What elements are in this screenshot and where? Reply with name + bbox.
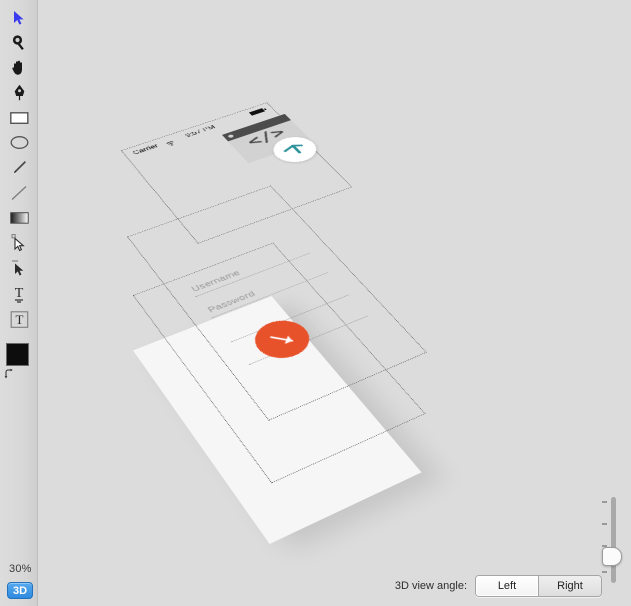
line-tool[interactable]	[0, 180, 38, 205]
3d-mode-badge[interactable]: 3D	[7, 582, 33, 599]
view-angle-label: 3D view angle:	[394, 579, 467, 592]
slider-tick	[602, 501, 607, 503]
rectangle-tool[interactable]	[0, 105, 38, 130]
submit-arrow-button[interactable]	[245, 313, 320, 366]
swap-arrows-icon[interactable]	[4, 367, 16, 379]
line-icon	[10, 184, 28, 202]
slider-tick	[602, 523, 607, 525]
svg-text:T: T	[15, 286, 24, 301]
type-t-icon: T	[11, 284, 27, 303]
zoom-level-label: 30%	[9, 563, 32, 575]
view-angle-left-button[interactable]: Left	[476, 575, 538, 596]
pen-nib-icon	[13, 84, 26, 101]
brush-icon	[10, 159, 28, 177]
3d-stage: Username Password Carrier 9:57 PM </>	[38, 0, 631, 606]
view-angle-segmented-control[interactable]: Left Right	[475, 574, 602, 597]
text-box-tool[interactable]: T	[0, 307, 38, 332]
direct-selection-tool[interactable]	[0, 230, 38, 255]
arrow-cursor-icon	[12, 10, 26, 26]
svg-text:T: T	[15, 312, 23, 327]
slider-track[interactable]	[611, 497, 616, 583]
design-canvas[interactable]: Username Password Carrier 9:57 PM </> 3D…	[38, 0, 631, 606]
direct-select-icon	[11, 233, 27, 252]
color-swatches	[4, 343, 39, 379]
pen-tool[interactable]	[0, 80, 38, 105]
type-tool[interactable]: T	[0, 281, 38, 306]
hand-tool[interactable]	[0, 55, 38, 80]
gradient-icon	[9, 211, 29, 225]
path-selection-tool[interactable]	[0, 255, 38, 280]
rectangle-icon	[9, 111, 29, 125]
gradient-tool[interactable]	[0, 205, 38, 230]
foreground-color-swatch[interactable]	[6, 343, 29, 366]
view-angle-control-group: 3D view angle: Left Right	[394, 574, 602, 597]
exploded-layer-stack: Username Password Carrier 9:57 PM </>	[38, 78, 631, 606]
slider-handle[interactable]	[602, 547, 622, 566]
brush-tool[interactable]	[0, 155, 38, 180]
ellipse-tool[interactable]	[0, 130, 38, 155]
magnifier-icon	[11, 34, 27, 51]
type-box-icon: T	[10, 310, 29, 329]
move-tool[interactable]	[0, 5, 38, 30]
tool-palette: T T 30% 3D	[0, 0, 39, 606]
view-angle-right-button[interactable]: Right	[538, 575, 601, 596]
window-dot-icon	[227, 134, 235, 139]
path-select-icon	[11, 259, 27, 277]
slider-tick	[602, 571, 607, 573]
ellipse-icon	[10, 135, 29, 150]
3d-depth-slider[interactable]	[601, 495, 623, 585]
hand-icon	[11, 59, 27, 76]
zoom-tool[interactable]	[0, 30, 38, 55]
